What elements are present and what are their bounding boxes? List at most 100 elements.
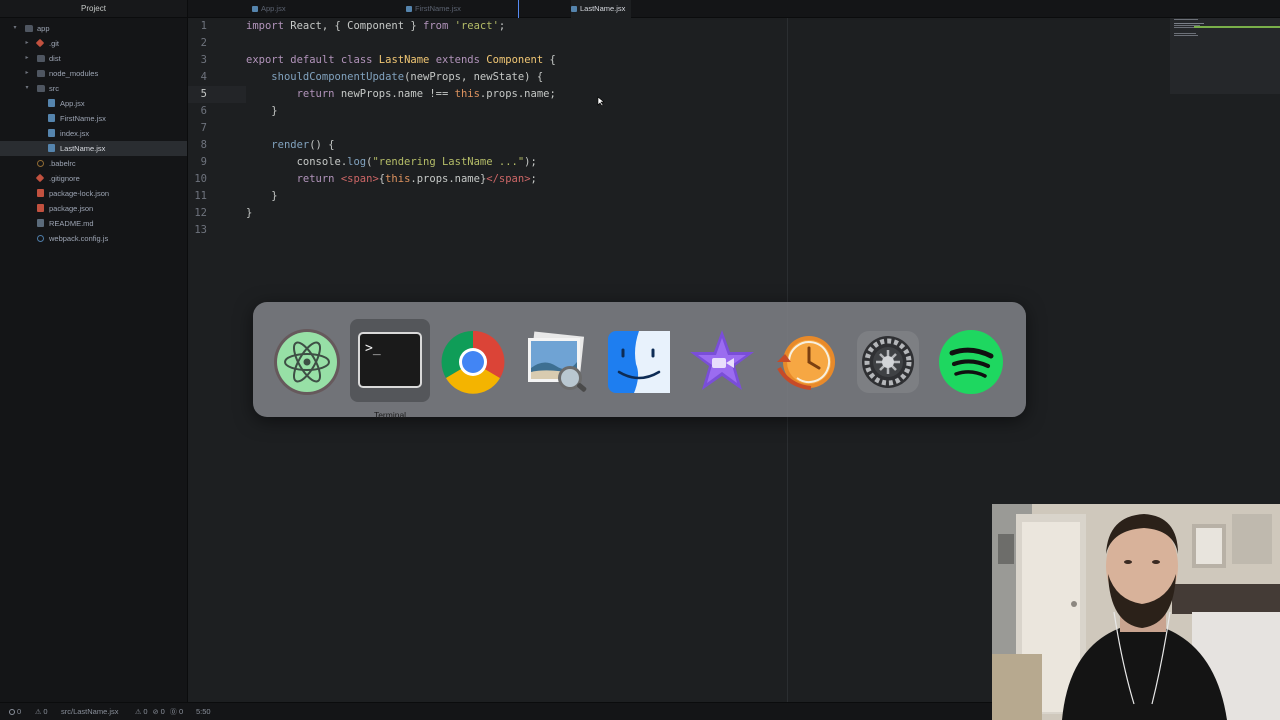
- app-atom[interactable]: [267, 322, 347, 402]
- app-imovie[interactable]: [682, 322, 762, 402]
- app-chrome[interactable]: [433, 322, 513, 402]
- jsx-file-icon: [571, 6, 577, 12]
- markdown-file-icon: [37, 219, 44, 227]
- tab-label: App.jsx: [261, 4, 286, 13]
- cursor-position[interactable]: 5:50: [196, 703, 211, 720]
- tree-item-label: app: [37, 24, 50, 33]
- tab-firstname-jsx[interactable]: FirstName.jsx: [406, 0, 461, 18]
- project-sidebar: Project ▾ app ▸ .git ▸ dist ▸ node_modules ▾ src A…: [0, 0, 188, 702]
- app-spotify[interactable]: [931, 322, 1011, 402]
- tree-item-index-jsx[interactable]: index.jsx: [0, 126, 187, 141]
- svg-text:>_: >_: [365, 341, 381, 356]
- tree-item-package-json[interactable]: package.json: [0, 201, 187, 216]
- babelrc-icon: [37, 160, 44, 167]
- tree-item-label: node_modules: [49, 69, 99, 78]
- line-number: 11: [194, 190, 207, 202]
- tree-item-label: App.jsx: [60, 99, 85, 108]
- lint-summary[interactable]: ⚠ 0 ⊘ 0 ⓪ 0: [135, 703, 183, 720]
- tab-label: FirstName.jsx: [415, 4, 461, 13]
- app-preview[interactable]: [516, 322, 596, 402]
- tree-item-node-modules[interactable]: ▸ node_modules: [0, 66, 187, 81]
- tree-item-app[interactable]: ▾ app: [0, 21, 187, 36]
- tree-item-package-lock-json[interactable]: package-lock.json: [0, 186, 187, 201]
- chrome-icon: [441, 330, 505, 394]
- mouse-pointer-icon: [597, 96, 605, 106]
- chevron-down-icon[interactable]: ▾: [23, 81, 31, 96]
- tab-bar: App.jsx FirstName.jsx LastName.jsx: [188, 0, 1280, 19]
- tree-item-dist[interactable]: ▸ dist: [0, 51, 187, 66]
- npm-file-icon: [37, 204, 44, 212]
- app-system-preferences[interactable]: [848, 322, 928, 402]
- tree-item-label: LastName.jsx: [60, 144, 106, 153]
- atom-icon: [274, 329, 340, 395]
- code-line-1: import React, { Component } from 'react'…: [246, 20, 506, 32]
- app-switcher: >_ Terminal: [253, 302, 1026, 420]
- chevron-right-icon[interactable]: ▸: [23, 36, 31, 51]
- tab-lastname-jsx[interactable]: LastName.jsx: [517, 0, 632, 19]
- line-number: 9: [200, 156, 207, 168]
- app-time-machine[interactable]: [765, 322, 845, 402]
- tree-item-label: dist: [49, 54, 61, 63]
- line-number: 3: [200, 54, 207, 66]
- tree-item-label: .git: [49, 39, 60, 48]
- chevron-right-icon[interactable]: ▸: [23, 51, 31, 66]
- code-line-8: render() {: [271, 139, 335, 151]
- tree-item-readme-md[interactable]: README.md: [0, 216, 187, 231]
- terminal-icon: >_: [358, 332, 422, 388]
- error-icon: [9, 709, 15, 715]
- code-line-6: }: [246, 105, 278, 117]
- tab-app-jsx[interactable]: App.jsx: [252, 0, 286, 18]
- app-name-label: Terminal: [373, 410, 407, 420]
- tree-item-firstname-jsx[interactable]: FirstName.jsx: [0, 111, 187, 126]
- chevron-right-icon[interactable]: ▸: [23, 66, 31, 81]
- tree-item-lastname-jsx[interactable]: LastName.jsx: [0, 141, 187, 156]
- line-number: 10: [194, 173, 207, 185]
- tree-item-app-jsx[interactable]: App.jsx: [0, 96, 187, 111]
- code-line-10: return <span>{this.props.name}</span>;: [296, 173, 537, 185]
- git-icon: [35, 173, 45, 183]
- line-number: 5: [200, 88, 207, 100]
- chevron-down-icon[interactable]: ▾: [11, 21, 19, 36]
- spotify-icon: [939, 330, 1003, 394]
- jsx-file-icon: [48, 114, 55, 122]
- jsx-file-icon: [252, 6, 258, 12]
- sidebar-title: Project: [0, 0, 187, 18]
- lint-warning-icon: ⚠: [135, 709, 142, 716]
- tree-item-babelrc[interactable]: .babelrc: [0, 156, 187, 171]
- tree-item-label: .gitignore: [49, 174, 80, 183]
- tree-item-label: .babelrc: [49, 159, 76, 168]
- tree-item-gitignore[interactable]: .gitignore: [0, 171, 187, 186]
- finder-icon: [608, 331, 670, 393]
- imovie-icon: [690, 330, 754, 390]
- warning-count[interactable]: ⚠ 0: [35, 703, 48, 720]
- line-number: 1: [200, 20, 207, 32]
- system-preferences-icon: [857, 331, 919, 393]
- jsx-file-icon: [48, 144, 55, 152]
- tree-item-label: package-lock.json: [49, 189, 110, 198]
- error-count[interactable]: 0: [9, 703, 21, 720]
- warning-icon: ⚠: [35, 709, 42, 716]
- app-finder[interactable]: [599, 322, 679, 402]
- folder-icon: [37, 70, 45, 77]
- presenter-video-image: [992, 504, 1280, 720]
- config-file-icon: [37, 235, 44, 242]
- line-number: 12: [194, 207, 207, 219]
- minimap[interactable]: [1170, 18, 1280, 94]
- tree-item-label: src: [49, 84, 59, 93]
- git-icon: [35, 38, 45, 48]
- code-line-11: }: [246, 190, 278, 202]
- tree-item-label: FirstName.jsx: [60, 114, 106, 123]
- line-number: 6: [200, 105, 207, 117]
- app-terminal[interactable]: >_ Terminal: [350, 319, 430, 420]
- file-path[interactable]: src/LastName.jsx: [61, 703, 119, 720]
- webcam-overlay: [992, 504, 1280, 720]
- line-number: 7: [200, 122, 207, 134]
- tree-item-label: README.md: [49, 219, 94, 228]
- tree-item-git[interactable]: ▸ .git: [0, 36, 187, 51]
- line-number: 4: [200, 71, 207, 83]
- folder-icon: [25, 25, 33, 32]
- tree-item-src[interactable]: ▾ src: [0, 81, 187, 96]
- code-line-3: export default class LastName extends Co…: [246, 54, 556, 66]
- tree-item-webpack-config-js[interactable]: webpack.config.js: [0, 231, 187, 246]
- jsx-file-icon: [48, 129, 55, 137]
